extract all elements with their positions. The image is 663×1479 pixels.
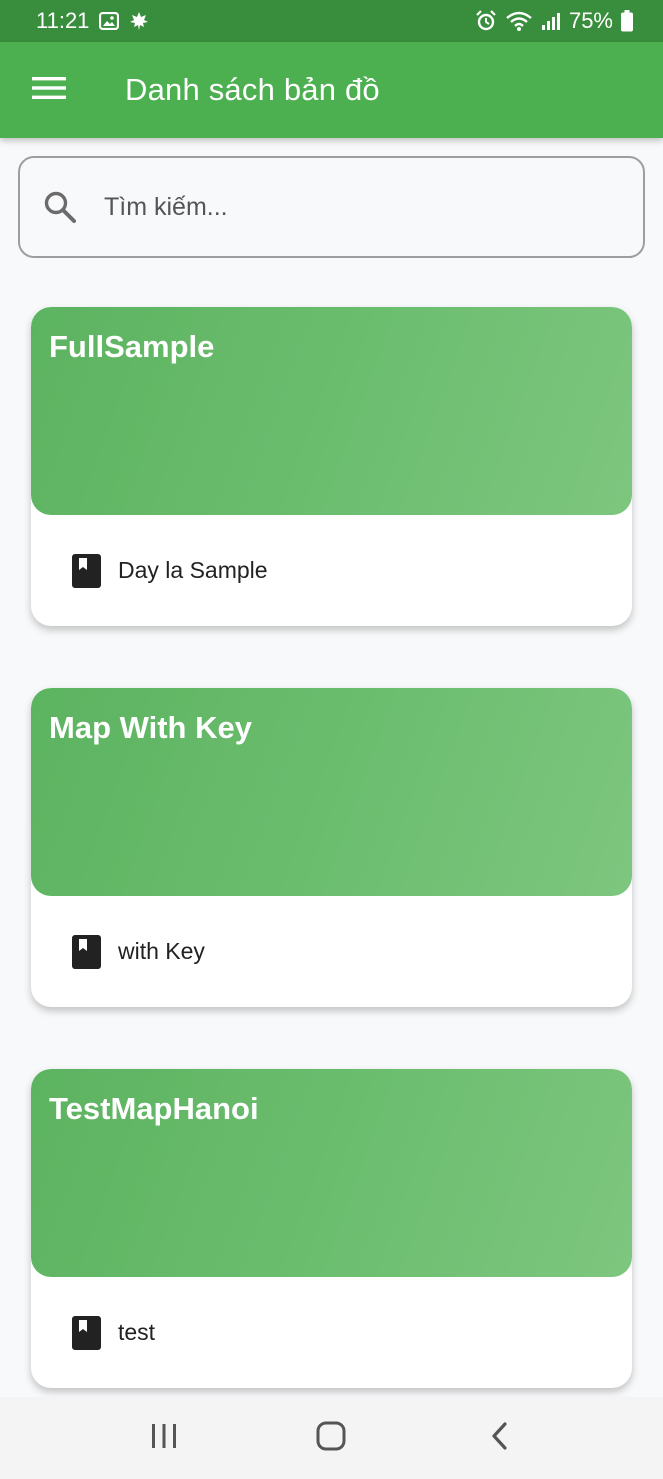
card-footer: Day la Sample [31,515,632,626]
search-icon [42,189,78,225]
card-header: TestMapHanoi [31,1069,632,1277]
home-icon [316,1421,346,1456]
system-nav-bar [0,1397,663,1479]
card-title: TestMapHanoi [49,1091,259,1126]
status-time: 11:21 [36,8,90,33]
battery-percent: 75% [568,8,613,33]
search-box[interactable] [18,156,645,258]
book-icon [72,553,101,588]
card-footer: test [31,1277,632,1388]
back-icon [489,1421,509,1456]
map-card[interactable]: TestMapHanoi test [31,1069,632,1388]
card-description: test [118,1319,156,1345]
card-title: FullSample [49,329,215,364]
status-right: 75% [475,8,633,34]
card-header: Map With Key [31,688,632,896]
back-button[interactable] [469,1408,529,1468]
map-card[interactable]: Map With Key with Key [31,688,632,1007]
card-description: with Key [118,938,205,964]
wifi-icon [505,10,533,32]
card-title: Map With Key [49,710,252,745]
status-left: 11:21 [36,8,149,34]
book-icon [72,934,101,969]
card-header: FullSample [31,307,632,515]
book-icon [72,1315,101,1350]
card-description: Day la Sample [118,557,268,583]
recent-apps-button[interactable] [134,1408,194,1468]
gallery-icon [99,12,120,30]
card-footer: with Key [31,896,632,1007]
status-bar: 11:21 75% [0,0,663,42]
page-title: Danh sách bản đồ [125,72,380,107]
menu-button[interactable] [24,65,74,115]
menu-icon [32,76,66,105]
battery-icon [621,10,633,32]
search-input[interactable] [102,191,586,223]
map-card[interactable]: FullSample Day la Sample [31,307,632,626]
leaf-icon [129,11,149,31]
app-bar: Danh sách bản đồ [0,42,663,138]
home-button[interactable] [301,1408,361,1468]
recent-apps-icon [150,1423,178,1454]
signal-icon [541,11,561,31]
alarm-icon [475,10,497,32]
